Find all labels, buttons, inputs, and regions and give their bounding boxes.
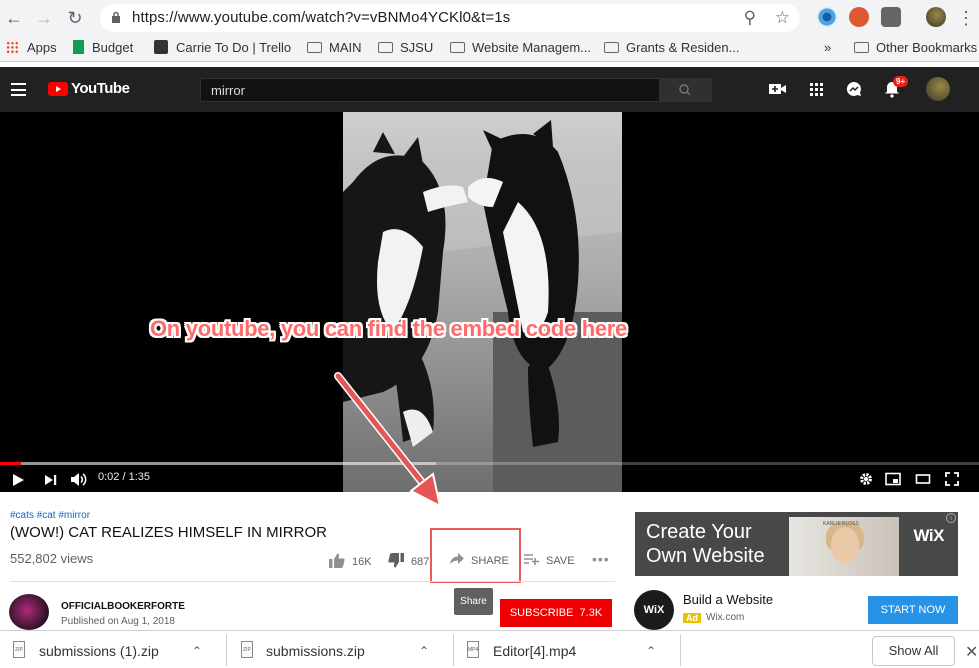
settings-gear-icon[interactable] xyxy=(859,472,873,486)
ad-badge: Ad xyxy=(683,613,701,623)
folder-icon xyxy=(854,42,869,53)
duckduckgo-icon[interactable] xyxy=(849,7,869,27)
bookmark-grants[interactable]: Grants & Residen... xyxy=(604,40,739,55)
profile-avatar[interactable] xyxy=(926,7,946,27)
youtube-header: YouTube mirror xyxy=(0,67,979,112)
download-item[interactable]: submissions (1).zip xyxy=(39,643,159,665)
bookmarks-overflow-button[interactable]: » xyxy=(824,40,831,55)
play-icon[interactable] xyxy=(11,473,25,487)
chevron-up-icon[interactable]: ⌃ xyxy=(646,644,656,658)
like-button[interactable]: 16K xyxy=(329,553,372,568)
youtube-play-icon xyxy=(48,82,68,96)
theater-mode-icon[interactable] xyxy=(915,473,931,485)
bookmark-sjsu[interactable]: SJSU xyxy=(378,40,433,55)
bookmark-website-management[interactable]: Website Managem... xyxy=(450,40,591,55)
reload-icon[interactable]: ↻ xyxy=(63,6,87,30)
wix-wordmark: WiX xyxy=(913,526,945,545)
ad-title[interactable]: Build a Website xyxy=(683,592,773,607)
apps-grid-icon[interactable] xyxy=(805,79,827,99)
show-all-button[interactable]: Show All xyxy=(872,636,955,666)
address-bar[interactable]: https://www.youtube.com/watch?v=vBNMo4YC… xyxy=(100,4,800,32)
trello-icon xyxy=(154,40,168,54)
share-highlight-box xyxy=(430,528,521,583)
zip-file-icon: ZIP xyxy=(13,641,25,658)
folder-icon xyxy=(378,42,393,53)
progress-buffered xyxy=(0,462,436,465)
extension-icon[interactable] xyxy=(881,7,901,27)
chevron-up-icon[interactable]: ⌃ xyxy=(419,644,429,658)
sheets-icon xyxy=(73,40,84,54)
video-file-icon: MP4 xyxy=(467,641,479,658)
bookmark-main[interactable]: MAIN xyxy=(307,40,362,55)
hamburger-menu-icon[interactable] xyxy=(11,83,26,96)
zip-file-icon: ZIP xyxy=(241,641,253,658)
folder-icon xyxy=(450,42,465,53)
time-display: 0:02 / 1:35 xyxy=(98,471,150,483)
channel-name[interactable]: OFFICIALBOOKERFORTE xyxy=(61,601,185,612)
download-item[interactable]: submissions.zip xyxy=(266,643,365,665)
create-video-icon[interactable] xyxy=(766,79,788,99)
browser-toolbar: ← → ↻ https://www.youtube.com/watch?v=vB… xyxy=(0,0,979,36)
ad-banner[interactable]: Create Your Own Website KARLIE KLOSS WiX xyxy=(635,512,958,576)
progress-bar[interactable] xyxy=(0,462,979,465)
thumbs-down-icon xyxy=(388,553,404,568)
ad-photo: KARLIE KLOSS xyxy=(789,517,899,576)
bookmark-budget[interactable]: Budget xyxy=(73,40,133,55)
divider xyxy=(10,581,615,582)
save-button[interactable]: SAVE xyxy=(524,553,575,567)
chevron-up-icon[interactable]: ⌃ xyxy=(192,644,202,658)
forward-arrow-icon[interactable]: → xyxy=(32,6,56,30)
folder-icon xyxy=(604,42,619,53)
annotation-text: On youtube, you can find the embed code … xyxy=(150,316,627,341)
cat-mirror-image xyxy=(343,120,622,492)
apps-grid-icon xyxy=(6,41,19,54)
bookmarks-bar: Apps Budget Carrie To Do | Trello MAIN S… xyxy=(0,36,979,62)
share-tooltip: Share xyxy=(454,588,493,615)
search-icon[interactable]: ⚲ xyxy=(744,8,756,27)
progress-played xyxy=(0,462,21,465)
next-icon[interactable] xyxy=(44,474,58,486)
download-item[interactable]: Editor[4].mp4 xyxy=(493,643,576,665)
lock-icon xyxy=(112,11,120,23)
search-icon xyxy=(679,84,691,96)
channel-avatar[interactable] xyxy=(9,594,49,630)
dislike-button[interactable]: 687 xyxy=(388,553,429,568)
ad-headline: Create Your Own Website xyxy=(646,521,765,567)
notification-count-badge: 9+ xyxy=(893,76,909,87)
star-icon[interactable]: ☆ xyxy=(775,8,790,27)
thumbs-up-icon xyxy=(329,553,345,568)
more-actions-icon[interactable]: ••• xyxy=(592,551,610,567)
hashtags[interactable]: #cats #cat #mirror xyxy=(10,510,90,521)
bookmark-other[interactable]: Other Bookmarks xyxy=(854,40,977,55)
bookmark-trello[interactable]: Carrie To Do | Trello xyxy=(154,40,291,55)
video-title: (WOW!) CAT REALIZES HIMSELF IN MIRROR xyxy=(10,524,327,541)
url-text: https://www.youtube.com/watch?v=vBNMo4YC… xyxy=(132,9,511,26)
messages-icon[interactable] xyxy=(843,79,865,99)
volume-icon[interactable] xyxy=(70,472,88,487)
view-count: 552,802 views xyxy=(10,551,94,566)
start-now-button[interactable]: START NOW xyxy=(868,596,958,624)
close-icon[interactable]: ✕ xyxy=(965,642,978,662)
search-button[interactable] xyxy=(660,78,712,102)
publish-date: Published on Aug 1, 2018 xyxy=(61,616,175,627)
search-input[interactable]: mirror xyxy=(200,78,660,102)
video-player[interactable]: 0:02 / 1:35 xyxy=(0,112,979,492)
account-avatar[interactable] xyxy=(926,77,950,101)
chrome-menu-icon[interactable]: ⋮ xyxy=(954,6,978,30)
extension-eye-icon[interactable] xyxy=(817,7,837,27)
wix-logo: WiX xyxy=(634,590,674,630)
bookmark-apps[interactable]: Apps xyxy=(6,40,57,55)
video-frame xyxy=(343,112,622,492)
subscribe-button[interactable]: SUBSCRIBE 7.3K xyxy=(500,599,612,627)
folder-icon xyxy=(307,42,322,53)
add-to-playlist-icon xyxy=(524,554,539,565)
ad-info-icon[interactable]: i xyxy=(946,513,956,523)
fullscreen-icon[interactable] xyxy=(945,472,959,486)
miniplayer-icon[interactable] xyxy=(885,472,901,486)
back-arrow-icon[interactable]: ← xyxy=(2,6,26,30)
ad-domain: Wix.com xyxy=(706,612,745,623)
